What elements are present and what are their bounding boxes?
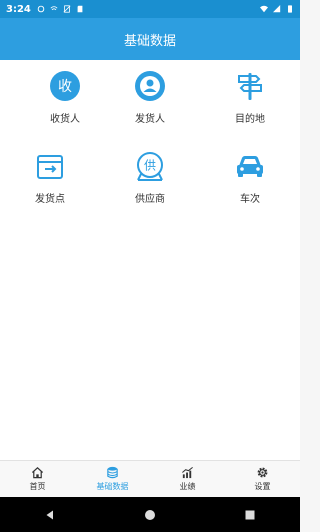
tile-label: 发货点 — [35, 194, 65, 205]
tab-performance[interactable]: 业绩 — [150, 461, 225, 497]
tab-label: 设置 — [254, 482, 271, 491]
supplier-glyph: 供 — [144, 159, 156, 173]
status-time: 3:24 — [6, 3, 31, 15]
gear-icon — [257, 467, 268, 478]
database-icon — [107, 466, 118, 479]
chart-icon — [182, 466, 193, 479]
tile-destination[interactable]: 目的地 — [200, 60, 300, 140]
destination-signpost-icon — [238, 73, 262, 100]
basic-data-grid: 收 收货人 发货人 目的地 发货点 供 供应商 车次 — [0, 60, 300, 460]
tab-basic-data[interactable]: 基础数据 — [75, 461, 150, 497]
back-icon[interactable] — [44, 509, 56, 521]
tab-settings[interactable]: 设置 — [225, 461, 300, 497]
app-header: 基础数据 — [0, 18, 300, 60]
sd-card-icon — [77, 5, 83, 13]
tile-label: 发货人 — [135, 114, 165, 125]
shipper-user-icon — [135, 71, 165, 101]
consignee-receive-icon: 收 — [50, 71, 80, 101]
shipping-point-box-icon — [37, 155, 63, 179]
recents-square-icon[interactable] — [244, 509, 256, 521]
tile-label: 收货人 — [50, 114, 80, 125]
tile-supplier[interactable]: 供 供应商 — [100, 140, 200, 220]
notification-icon — [37, 5, 45, 13]
system-nav-bar — [0, 497, 300, 532]
tile-label: 目的地 — [235, 114, 265, 125]
battery-icon — [288, 5, 292, 13]
home-icon — [31, 467, 44, 479]
signal-icon — [273, 5, 281, 13]
wifi-call-icon — [50, 6, 58, 11]
car-icon — [237, 156, 263, 177]
supplier-icon: 供 — [137, 152, 163, 181]
tile-label: 车次 — [240, 194, 260, 205]
consignee-glyph: 收 — [58, 79, 72, 95]
tile-label: 供应商 — [135, 194, 165, 205]
no-sim-icon — [63, 5, 71, 13]
wifi-icon — [260, 5, 268, 13]
tab-home[interactable]: 首页 — [0, 461, 75, 497]
page-title: 基础数据 — [123, 33, 176, 49]
tile-trip[interactable]: 车次 — [200, 140, 300, 220]
status-bar: 3:24 — [0, 0, 300, 18]
tile-shipper[interactable]: 发货人 — [100, 60, 200, 140]
bottom-tab-bar: 首页 基础数据 业绩 设置 — [0, 460, 300, 497]
tab-label: 业绩 — [179, 482, 196, 491]
tile-shipping-point[interactable]: 发货点 — [0, 140, 100, 220]
tab-label: 首页 — [29, 482, 46, 491]
home-circle-icon[interactable] — [144, 509, 156, 521]
tab-label: 基础数据 — [96, 482, 129, 491]
